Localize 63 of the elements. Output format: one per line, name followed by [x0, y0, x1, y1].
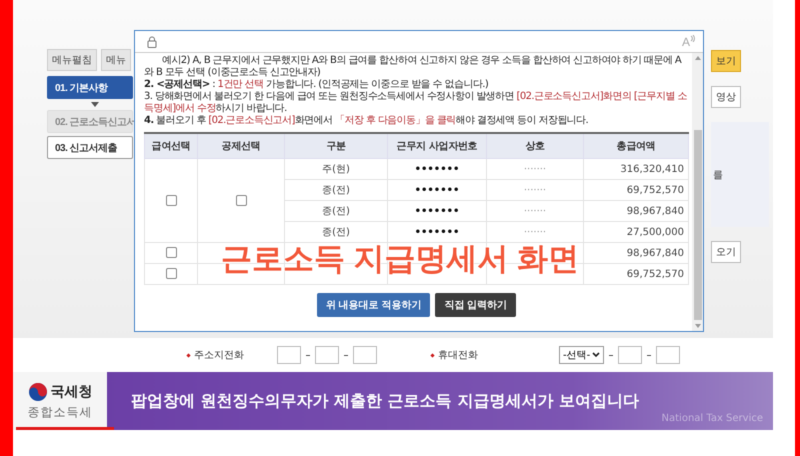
table-cell: ······· [486, 158, 584, 180]
table-cell: 69,752,570 [584, 264, 688, 284]
table-cell: 69,752,570 [584, 180, 688, 200]
panel-text: 를 [712, 168, 723, 182]
column-header: 구분 [284, 133, 388, 158]
scrollbar[interactable] [692, 53, 703, 331]
instruction-text: 4. 불러오기 후 [02.근로소득신고서]화면에서 「저장 후 다음이동」을 클릭해야 결정세액 등이 저장됩니다. [144, 115, 590, 127]
down-triangle-icon [91, 102, 99, 107]
scroll-up-icon[interactable] [694, 56, 700, 60]
table-cell: ······· [486, 222, 584, 242]
table-cell: 종(전) [284, 180, 388, 200]
sound-wave-icon [690, 34, 695, 42]
action-button[interactable]: 직접 입력하기 [435, 293, 516, 317]
side-button[interactable]: 보기 [711, 50, 741, 72]
table-cell: 316,320,410 [584, 158, 688, 180]
select-field[interactable]: -선택- [559, 346, 604, 364]
checkbox[interactable] [166, 268, 176, 280]
table-cell: ······· [486, 200, 584, 222]
logo-subtitle: 종합소득세 [28, 404, 92, 420]
caption-text: 팝업창에 원천징수의무자가 제출한 근로소득 지급명세서가 보여집니다 [131, 390, 639, 412]
action-button[interactable]: 위 내용대로 적용하기 [316, 293, 430, 317]
table-cell: ······· [486, 180, 584, 200]
column-header: 공제선택 [198, 133, 284, 158]
column-header: 상호 [486, 133, 584, 158]
input-field[interactable] [277, 346, 301, 364]
input-field[interactable] [656, 346, 680, 364]
chevron-icon [592, 352, 600, 358]
table-cell: 주(현) [284, 158, 388, 180]
side-button[interactable]: 영상 [711, 86, 741, 108]
column-header: 근무지 사업자번호 [388, 133, 486, 158]
table-cell: ••••••• [388, 180, 486, 200]
table-cell: 98,967,840 [584, 200, 688, 222]
table-cell: 종(전) [284, 200, 388, 222]
table-cell: 98,967,840 [584, 242, 688, 264]
checkbox[interactable] [236, 194, 246, 206]
menu-button[interactable]: 메뉴펼침 [47, 49, 97, 71]
side-button[interactable]: 오기 [711, 241, 741, 263]
table-cell: 종(전) [284, 222, 388, 242]
table-cell: ••••••• [388, 158, 486, 180]
field-label: 주소지전화 [187, 348, 277, 362]
step-tab[interactable]: 01. 기본사항 [47, 76, 133, 99]
input-field[interactable] [353, 346, 377, 364]
watermark-text: National Tax Service [662, 413, 763, 424]
overlay-title: 근로소득 지급명세서 화면 [221, 240, 580, 278]
column-header: 급여선택 [144, 133, 198, 158]
logo-text: 국세청 [50, 382, 92, 400]
field-label: 휴대전화 [431, 348, 559, 362]
instruction-text: 3. 당해화면에서 불러오기 한 다음에 급여 또는 원천징수소득세에서 수정사항이 발생하면 [02.근로소득신고서]화면의 [근무지별 소득명세]에서 수정하시기 바랍니다. [144, 91, 688, 114]
emblem-icon [28, 382, 48, 402]
lock-icon [147, 36, 157, 48]
scroll-down-icon[interactable] [694, 324, 700, 328]
menu-button[interactable]: 메뉴 [101, 49, 131, 71]
checkbox[interactable] [166, 194, 176, 206]
input-field[interactable] [315, 346, 339, 364]
step-tab[interactable]: 03. 신고서제출 [47, 136, 133, 159]
table-cell: 27,500,000 [584, 222, 688, 242]
column-header: 총급여액 [584, 133, 688, 158]
input-field[interactable] [618, 346, 642, 364]
instruction-text: 예시2) A, B 근무지에서 근무했지만 A와 B의 급여를 합산하여 신고하지 않은 경우 소득을 합산하여 신고하여야 하기 때문에 A와 B 모두 선택 (이중근로소득 신고안내자) [144, 55, 682, 79]
table-cell: ••••••• [388, 200, 486, 222]
table-cell: ••••••• [388, 222, 486, 242]
checkbox[interactable] [166, 247, 176, 258]
instruction-text: 2. <공제선택> : 1건만 선택 가능합니다. (인적공제는 이중으로 받을 수 없습니다.) [144, 79, 490, 91]
